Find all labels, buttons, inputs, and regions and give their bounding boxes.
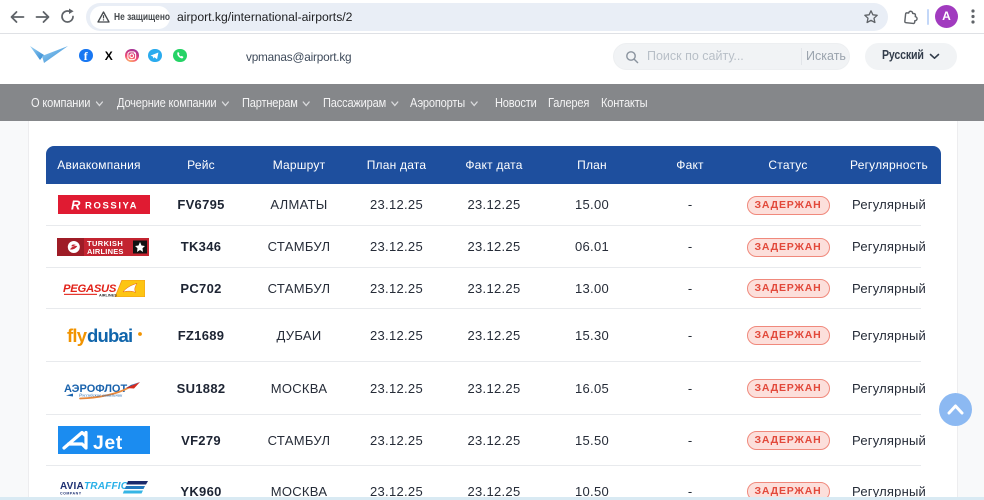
svg-text:dubai: dubai [87,326,132,346]
svg-text:ROSSIYA: ROSSIYA [85,201,138,212]
svg-text:AVIA: AVIA [60,481,84,492]
svg-text:TRAFFIC: TRAFFIC [84,481,129,492]
svg-text:AIRLINES: AIRLINES [87,247,124,256]
svg-text:AIRLINES: AIRLINES [99,293,117,297]
svg-text:fly: fly [67,326,88,346]
svg-text:Российские авиалинии: Российские авиалинии [78,393,123,398]
svg-text:Jet: Jet [93,432,123,454]
svg-text:R: R [71,198,81,213]
svg-text:COMPANY: COMPANY [60,491,82,495]
